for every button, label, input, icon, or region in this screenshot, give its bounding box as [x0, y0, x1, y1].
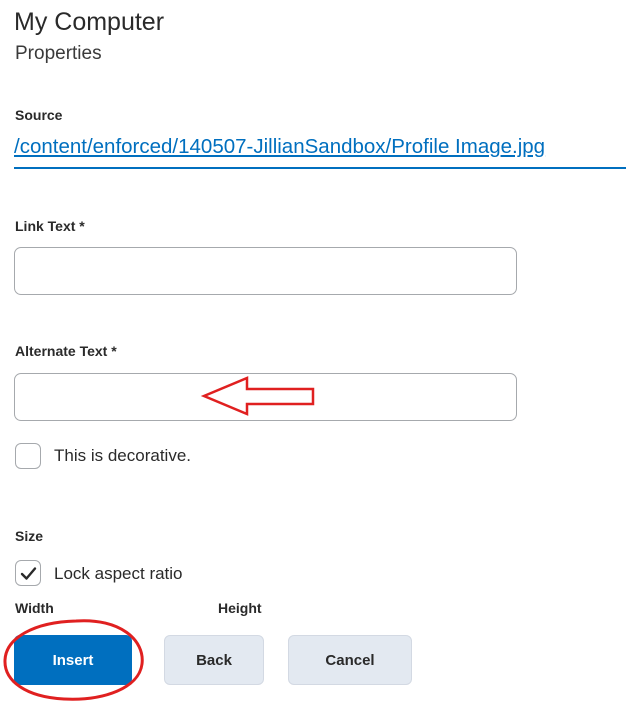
page-title: My Computer	[14, 8, 165, 36]
width-label: Width	[15, 600, 54, 616]
decorative-checkbox[interactable]	[15, 443, 41, 469]
alternate-text-input[interactable]	[14, 373, 517, 421]
link-text-label: Link Text *	[15, 218, 85, 234]
link-text-input[interactable]	[14, 247, 517, 295]
source-path-link[interactable]: /content/enforced/140507-JillianSandbox/…	[14, 134, 626, 160]
decorative-checkbox-label[interactable]: This is decorative.	[54, 446, 191, 466]
lock-aspect-ratio-label[interactable]: Lock aspect ratio	[54, 564, 183, 584]
insert-button[interactable]: Insert	[14, 635, 132, 685]
height-label: Height	[218, 600, 262, 616]
alternate-text-label: Alternate Text *	[15, 343, 117, 359]
cancel-button[interactable]: Cancel	[288, 635, 412, 685]
page-subtitle: Properties	[15, 43, 102, 64]
back-button[interactable]: Back	[164, 635, 264, 685]
source-label: Source	[15, 107, 63, 123]
source-underline	[14, 167, 626, 169]
lock-aspect-ratio-checkbox[interactable]	[15, 560, 41, 586]
checkmark-icon	[20, 567, 37, 580]
size-label: Size	[15, 528, 44, 544]
